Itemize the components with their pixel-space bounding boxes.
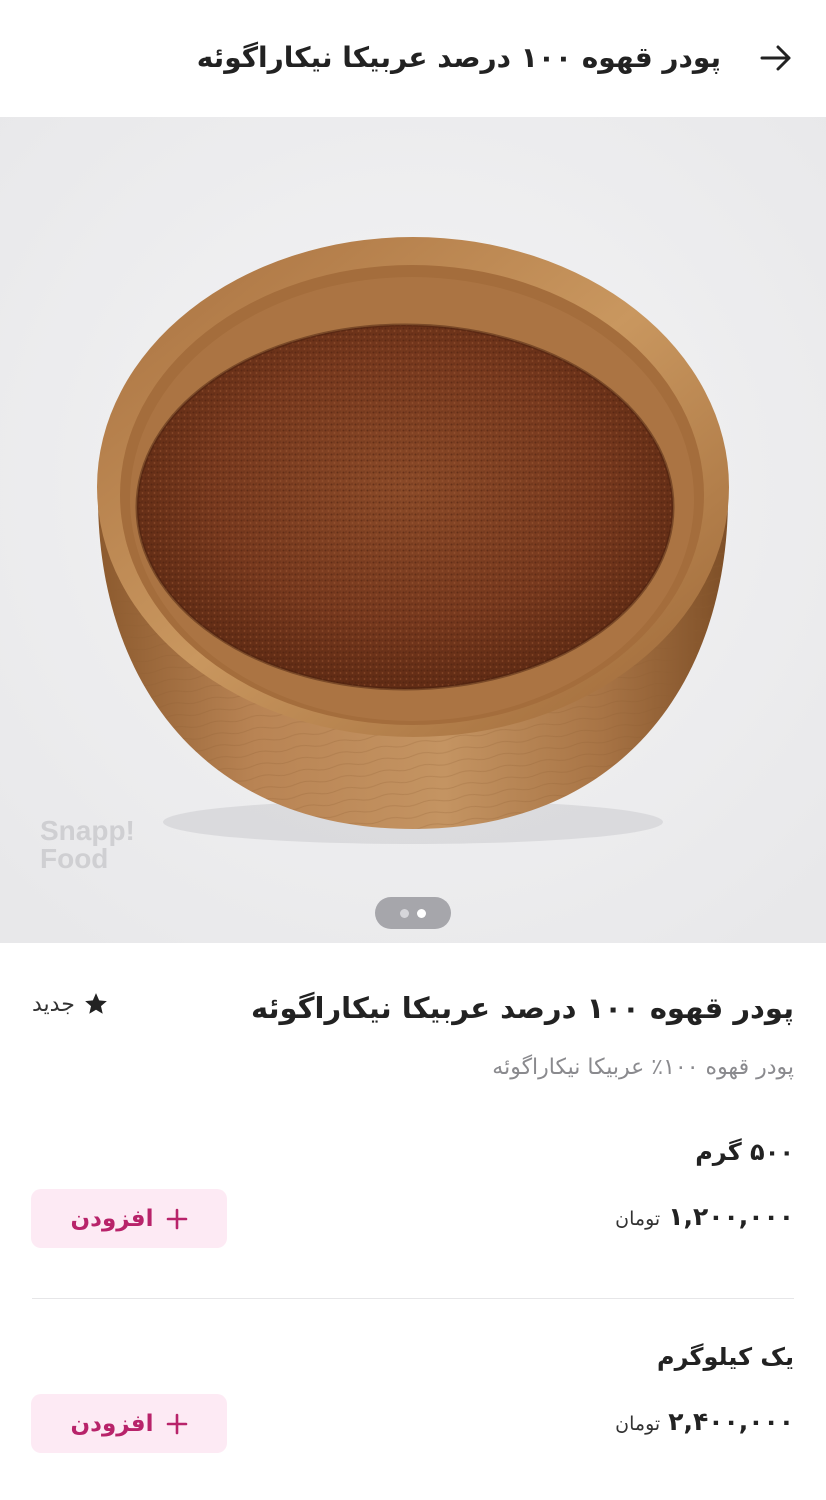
top-bar: پودر قهوه ۱۰۰ درصد عربیکا نیکاراگوئه xyxy=(0,0,826,117)
add-to-cart-button[interactable]: افزودن xyxy=(31,1394,227,1453)
add-button-label: افزودن xyxy=(70,1205,154,1232)
gallery-pager[interactable] xyxy=(375,897,451,929)
plus-icon xyxy=(166,1208,187,1229)
pager-dot-active[interactable] xyxy=(417,908,426,918)
add-button-label: افزودن xyxy=(70,1410,154,1437)
variant-price: ۱,۲۰۰,۰۰۰ تومان xyxy=(615,1202,794,1231)
product-subtitle: پودر قهوه ۱۰۰٪ عربیکا نیکاراگوئه xyxy=(492,1055,794,1080)
variant-price: ۲,۴۰۰,۰۰۰ تومان xyxy=(615,1407,794,1436)
variant-name: ۵۰۰ گرم xyxy=(695,1138,794,1166)
price-currency: تومان xyxy=(615,1208,661,1230)
pager-dot[interactable] xyxy=(400,908,409,918)
arrow-right-icon xyxy=(760,45,791,71)
page-title: پودر قهوه ۱۰۰ درصد عربیکا نیکاراگوئه xyxy=(196,41,721,74)
divider xyxy=(32,1298,794,1299)
add-to-cart-button[interactable]: افزودن xyxy=(31,1189,227,1248)
product-image-gallery[interactable]: Snapp! Food xyxy=(0,117,826,943)
star-icon xyxy=(84,993,107,1014)
new-badge: جدید xyxy=(32,991,109,1017)
plus-icon xyxy=(166,1413,187,1434)
back-button[interactable] xyxy=(754,36,798,80)
product-title: پودر قهوه ۱۰۰ درصد عربیکا نیکاراگوئه xyxy=(250,991,794,1025)
variant-name: یک کیلوگرم xyxy=(656,1343,794,1371)
new-badge-label: جدید xyxy=(32,991,75,1017)
watermark-logo: Snapp! Food xyxy=(40,815,135,874)
price-currency: تومان xyxy=(615,1413,661,1435)
price-value: ۲,۴۰۰,۰۰۰ xyxy=(668,1407,794,1436)
price-value: ۱,۲۰۰,۰۰۰ xyxy=(668,1202,794,1231)
